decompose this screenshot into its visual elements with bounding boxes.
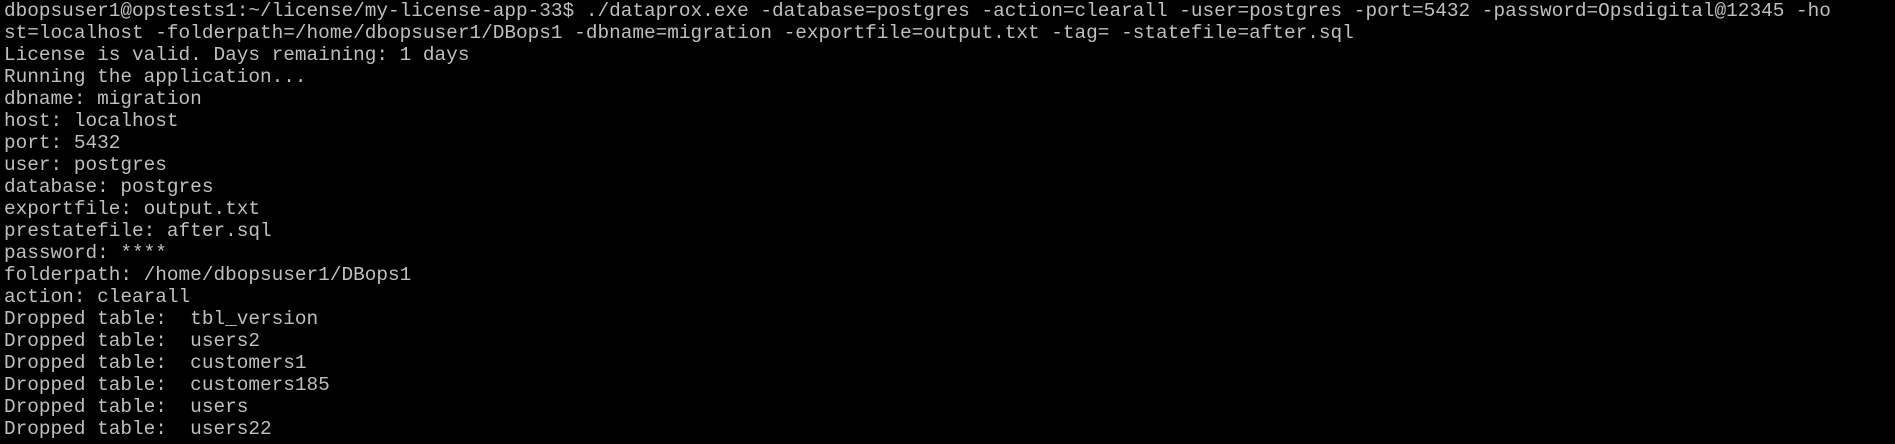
dropped-table-line: Dropped table: users22	[4, 418, 272, 440]
dropped-table-line: Dropped table: users2	[4, 330, 260, 352]
param-user: user: postgres	[4, 154, 167, 176]
command-line-wrap: st=localhost -folderpath=/home/dbopsuser…	[4, 22, 1354, 44]
param-port: port: 5432	[4, 132, 121, 154]
dropped-table-line: Dropped table: users	[4, 396, 249, 418]
param-exportfile: exportfile: output.txt	[4, 198, 260, 220]
param-prestatefile: prestatefile: after.sql	[4, 220, 272, 242]
param-host: host: localhost	[4, 110, 179, 132]
run-status: Running the application...	[4, 66, 307, 88]
terminal-window[interactable]: dbopsuser1@opstests1:~/license/my-licens…	[0, 0, 1895, 444]
dropped-table-line: Dropped table: customers1	[4, 352, 307, 374]
license-status: License is valid. Days remaining: 1 days	[4, 44, 470, 66]
command-line: dbopsuser1@opstests1:~/license/my-licens…	[4, 0, 1831, 22]
param-password: password: ****	[4, 242, 167, 264]
param-database: database: postgres	[4, 176, 214, 198]
param-dbname: dbname: migration	[4, 88, 202, 110]
dropped-table-line: Dropped table: tbl_version	[4, 308, 319, 330]
dropped-table-line: Dropped table: customers185	[4, 374, 330, 396]
param-folderpath: folderpath: /home/dbopsuser1/DBops1	[4, 264, 412, 286]
param-action: action: clearall	[4, 286, 191, 308]
